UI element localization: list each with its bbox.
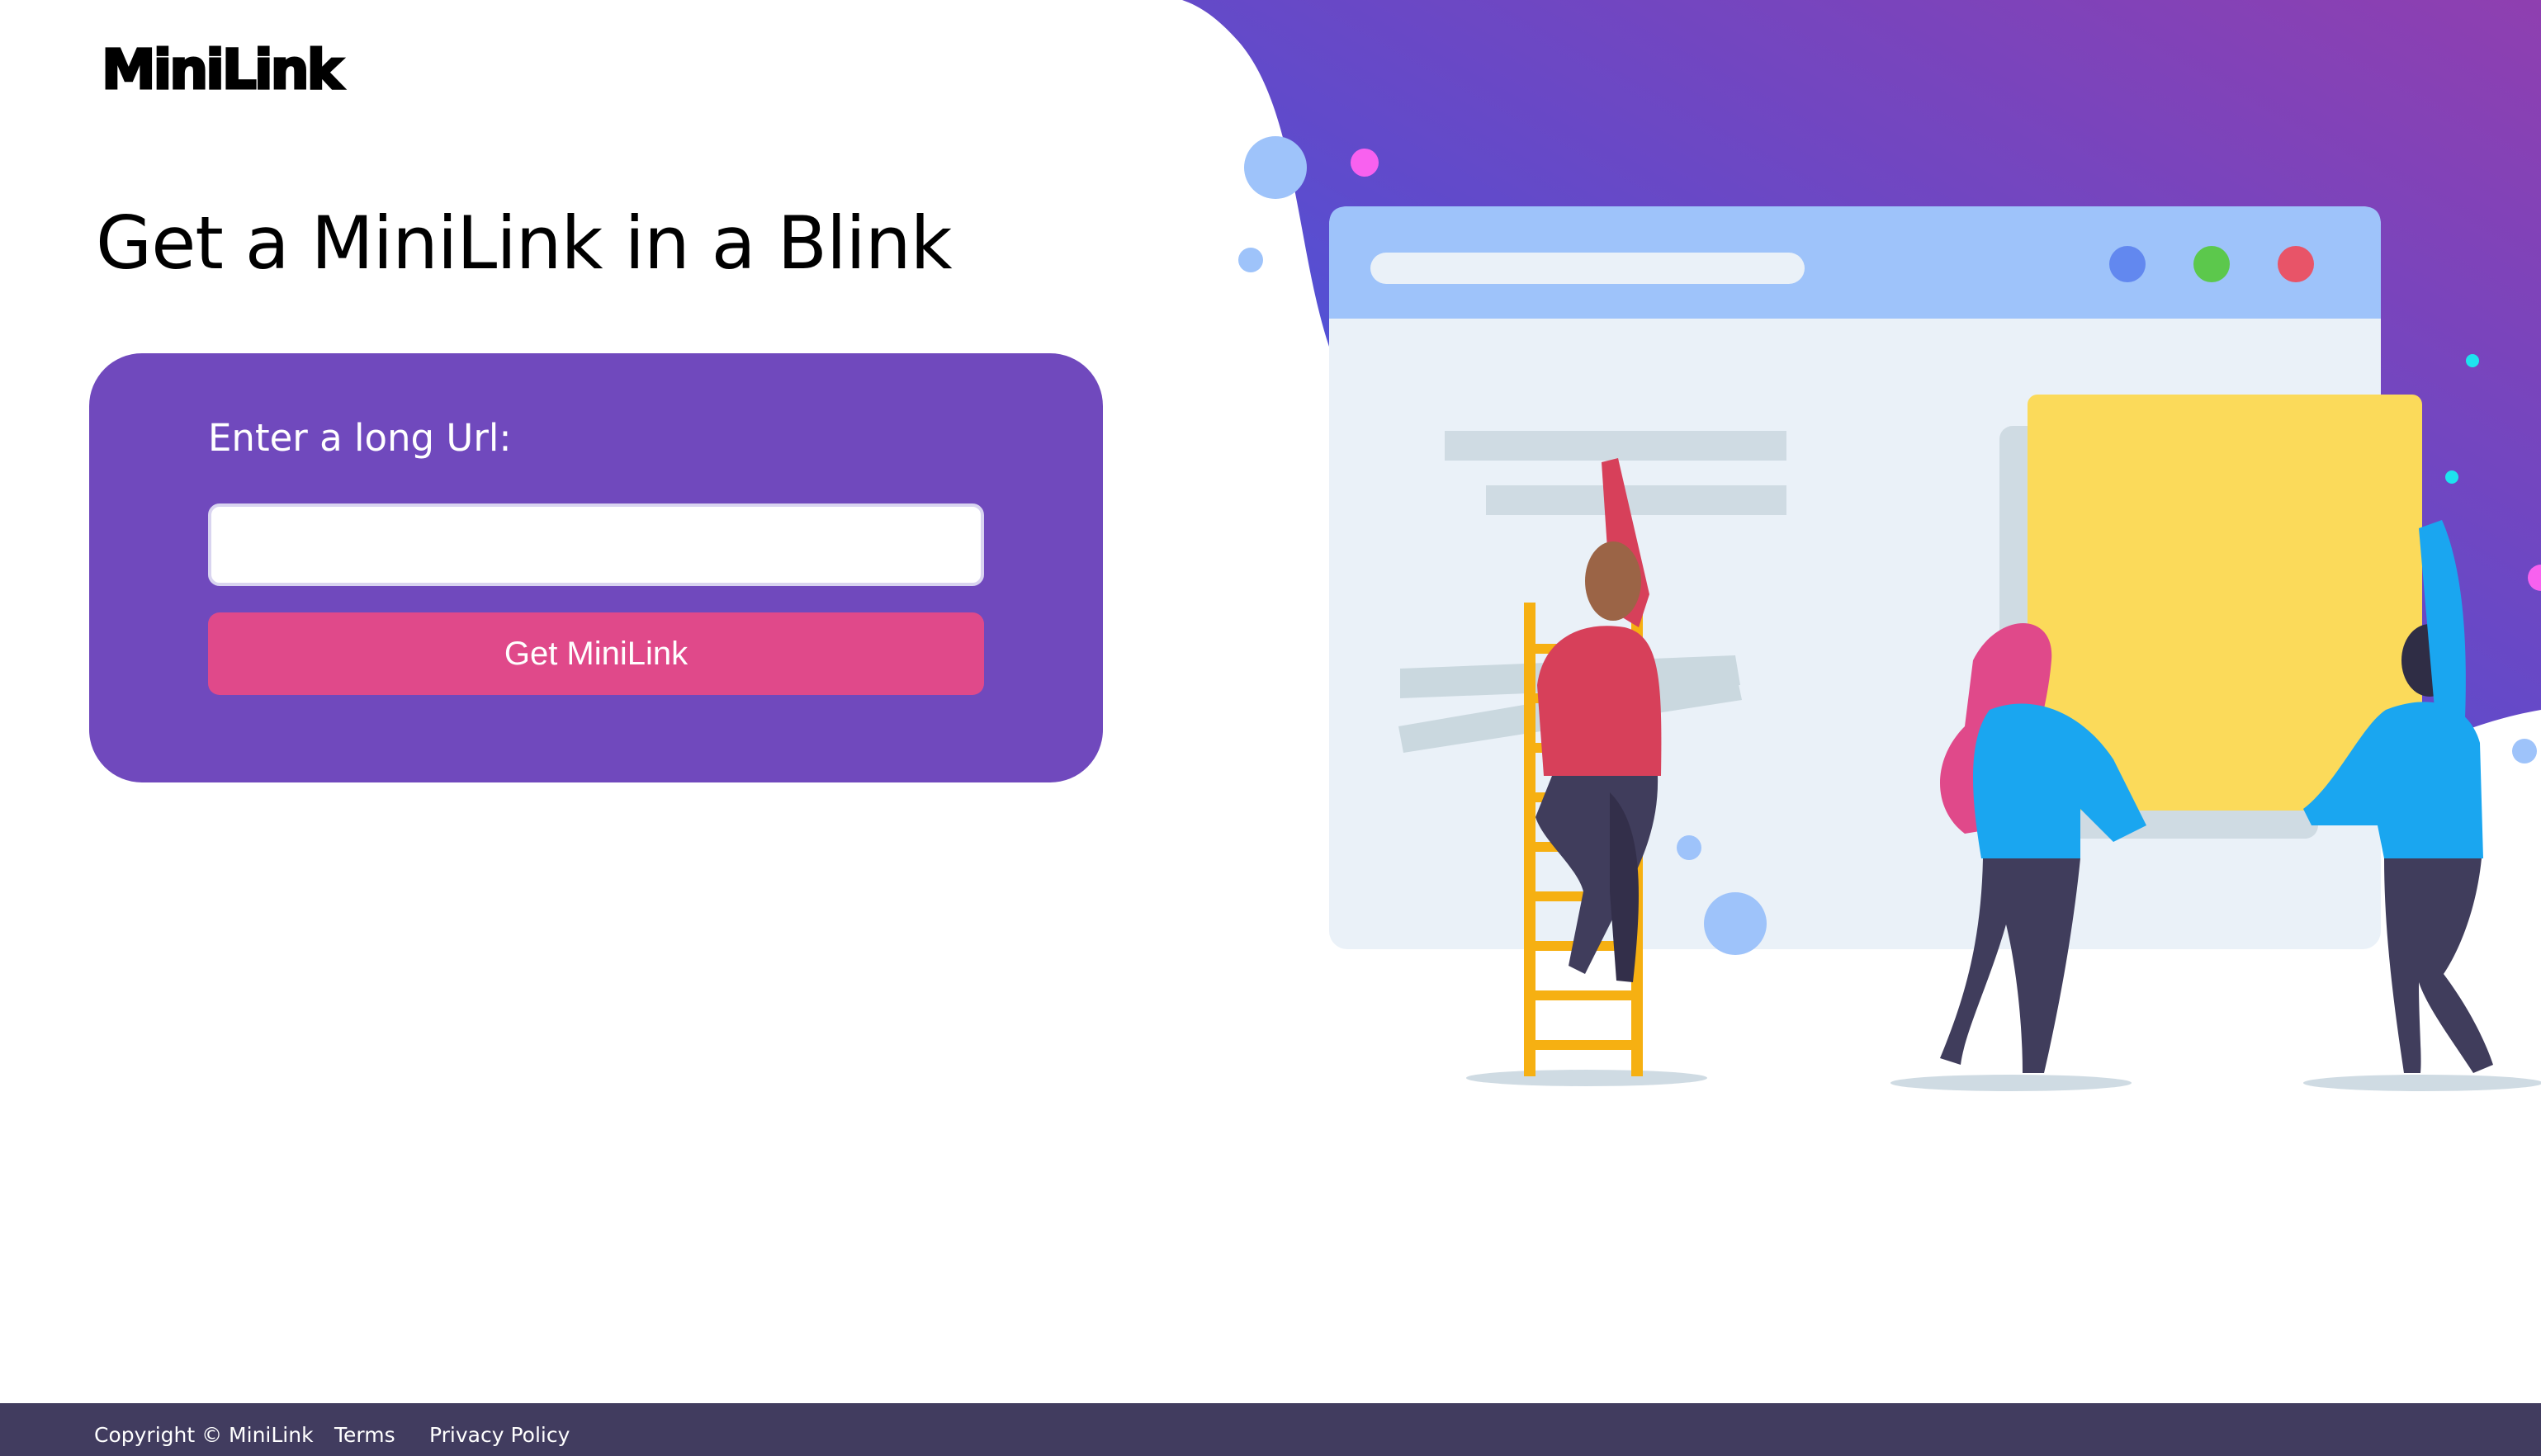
person-legs	[1940, 858, 2080, 1073]
browser-dot-blue	[2109, 246, 2146, 282]
footer-privacy-link[interactable]: Privacy Policy	[429, 1425, 570, 1445]
ladder-rung	[1524, 1040, 1643, 1050]
ladder-rail	[1524, 603, 1535, 1076]
person-torso	[1973, 703, 2146, 858]
plank	[1400, 655, 1740, 698]
person-legs	[2384, 858, 2493, 1073]
climber-leg	[1610, 792, 1639, 982]
shorten-form-card: Enter a long Url: Get MiniLink	[89, 353, 1103, 782]
dot-decoration	[1351, 149, 1379, 177]
gradient-blob-shape	[1182, 0, 2541, 940]
ladder-rung	[1524, 941, 1643, 951]
page-title: Get a MiniLink in a Blink	[96, 201, 953, 286]
text-placeholder-line-2	[1486, 485, 1786, 515]
long-url-input[interactable]	[208, 503, 984, 586]
ladder-rung	[1524, 990, 1643, 1000]
footer-terms-link[interactable]: Terms	[334, 1425, 395, 1445]
climber-head	[1585, 541, 1641, 621]
ladder-rung	[1524, 842, 1643, 852]
ladder-rung	[1524, 644, 1643, 654]
dot-decoration	[1238, 248, 1263, 272]
ladder-rung	[1524, 693, 1643, 703]
person-torso	[2303, 702, 2483, 858]
browser-bottom-cover	[1288, 949, 2541, 1403]
browser-address-bar	[1370, 253, 1805, 284]
climber-raised-arm	[1602, 458, 1649, 627]
footer: Copyright © MiniLink Terms Privacy Polic…	[0, 1403, 2541, 1456]
person-arm-raised	[2419, 520, 2466, 718]
dot-decoration	[1704, 892, 1767, 955]
browser-window-body	[1329, 206, 2381, 949]
dot-decoration	[2466, 354, 2479, 367]
ladder-rung	[1524, 792, 1643, 802]
person-hair	[1940, 623, 2052, 834]
person-head	[2401, 624, 2458, 697]
ladder-rung	[1524, 891, 1643, 901]
get-minilink-button[interactable]: Get MiniLink	[208, 612, 984, 695]
dot-decoration	[2512, 739, 2537, 763]
ladder-rail	[1631, 603, 1643, 1076]
light-backdrop-shape	[1331, 338, 2378, 944]
dot-decoration	[1244, 136, 1307, 199]
browser-dot-red	[2278, 246, 2314, 282]
dot-decoration	[1677, 835, 1701, 860]
floor-shadow	[1466, 1070, 1707, 1086]
dot-decoration	[2528, 565, 2541, 591]
browser-window-bar	[1329, 206, 2381, 319]
footer-copyright: Copyright © MiniLink	[94, 1423, 314, 1447]
sticky-note-shadow	[1999, 426, 2318, 839]
url-input-label: Enter a long Url:	[208, 416, 512, 460]
dot-decoration	[2445, 470, 2458, 484]
floor-shadow	[2303, 1075, 2541, 1091]
ladder-rung	[1524, 743, 1643, 753]
floor-shadow	[1890, 1075, 2132, 1091]
browser-dot-green	[2193, 246, 2230, 282]
text-placeholder-line-1	[1445, 431, 1786, 461]
sticky-note	[2028, 395, 2422, 811]
plank	[1398, 669, 1742, 753]
brand-logo[interactable]: MiniLink	[100, 41, 343, 98]
climber-torso	[1537, 626, 1662, 776]
climber-leg	[1535, 776, 1659, 974]
